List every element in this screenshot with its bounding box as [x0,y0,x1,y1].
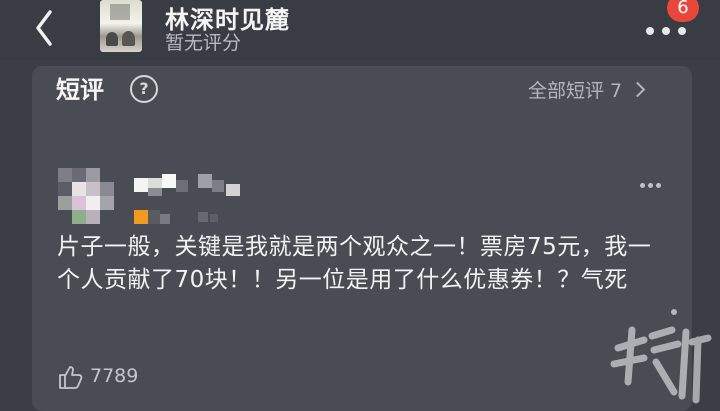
chevron-right-icon [629,81,646,98]
movie-poster[interactable] [100,0,142,52]
like-count: 7789 [90,365,139,387]
user-level-badge [134,210,234,224]
comment-text: 片子一般，关键是我就是两个观众之一！票房75元，我一个人贡献了70块！！另一位是… [57,234,652,293]
thumbs-up-icon [59,366,83,389]
all-reviews-link[interactable]: 全部短评 7 [528,76,646,103]
username[interactable] [134,174,249,200]
more-icon[interactable] [646,20,696,35]
section-title: 短评 [56,76,104,104]
back-arrow-icon[interactable] [26,6,66,46]
movie-rating-text: 暂无评分 [165,32,242,54]
top-bar: 林深时见麓 暂无评分 6 [0,0,720,60]
watermark-logo [610,309,712,404]
all-reviews-label: 全部短评 7 [528,80,623,102]
help-icon[interactable]: ? [130,75,158,103]
avatar[interactable] [58,168,114,224]
notification-badge: 6 [667,0,699,22]
comment-more-icon[interactable] [640,183,664,189]
